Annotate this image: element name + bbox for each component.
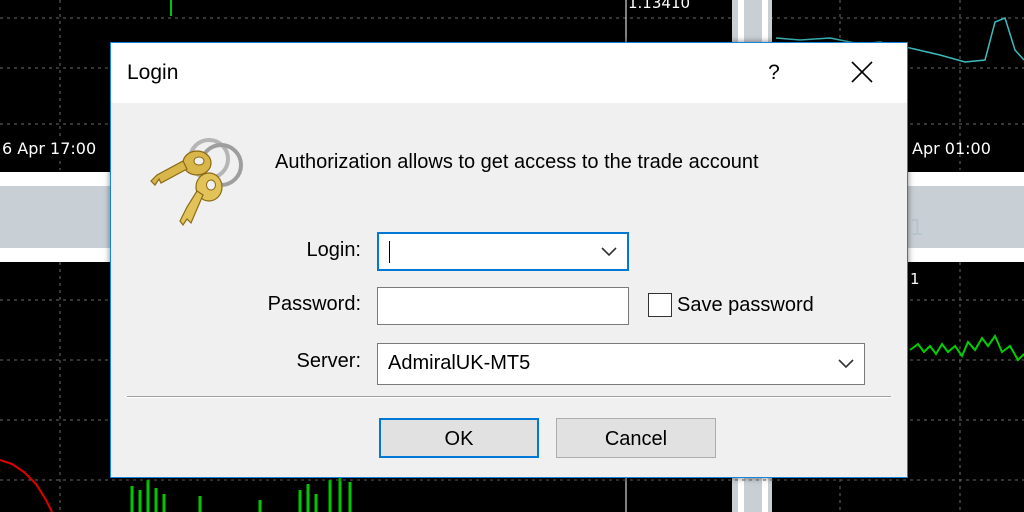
chevron-down-icon[interactable] bbox=[599, 244, 619, 260]
close-icon bbox=[851, 61, 873, 83]
password-label: Password: bbox=[267, 293, 361, 315]
close-button[interactable] bbox=[839, 51, 885, 93]
chevron-down-icon[interactable] bbox=[836, 356, 856, 372]
help-button[interactable]: ? bbox=[751, 55, 797, 91]
save-password-checkbox[interactable] bbox=[648, 293, 672, 317]
server-label: Server: bbox=[296, 350, 361, 372]
text-caret bbox=[389, 241, 390, 263]
keys-icon bbox=[150, 138, 243, 227]
server-combobox[interactable]: AdmiralUK-MT5 bbox=[377, 343, 865, 385]
chart-price-label: 1.13410 bbox=[628, 0, 691, 12]
password-input[interactable] bbox=[386, 294, 616, 318]
save-password-label[interactable]: Save password bbox=[677, 294, 814, 317]
login-dialog: Login ? Authorization allows to get acce… bbox=[110, 42, 908, 478]
ok-button[interactable]: OK bbox=[379, 418, 539, 458]
server-value: AdmiralUK-MT5 bbox=[388, 352, 531, 374]
chart-subpanel-label: 1 bbox=[910, 270, 920, 288]
password-field[interactable] bbox=[377, 287, 629, 325]
dialog-titlebar[interactable]: Login ? bbox=[111, 43, 907, 103]
login-input[interactable] bbox=[387, 240, 592, 264]
chart-time-label-left: 6 Apr 17:00 bbox=[0, 139, 107, 158]
cancel-button[interactable]: Cancel bbox=[556, 418, 716, 458]
login-label: Login: bbox=[306, 239, 362, 261]
dialog-separator bbox=[127, 396, 891, 398]
chart-tab-label: 1 bbox=[910, 216, 924, 241]
authorization-message: Authorization allows to get access to th… bbox=[275, 151, 759, 173]
login-combobox[interactable] bbox=[377, 232, 629, 271]
dialog-title: Login bbox=[127, 61, 179, 84]
chart-time-label-right: Apr 01:00 bbox=[912, 139, 991, 158]
